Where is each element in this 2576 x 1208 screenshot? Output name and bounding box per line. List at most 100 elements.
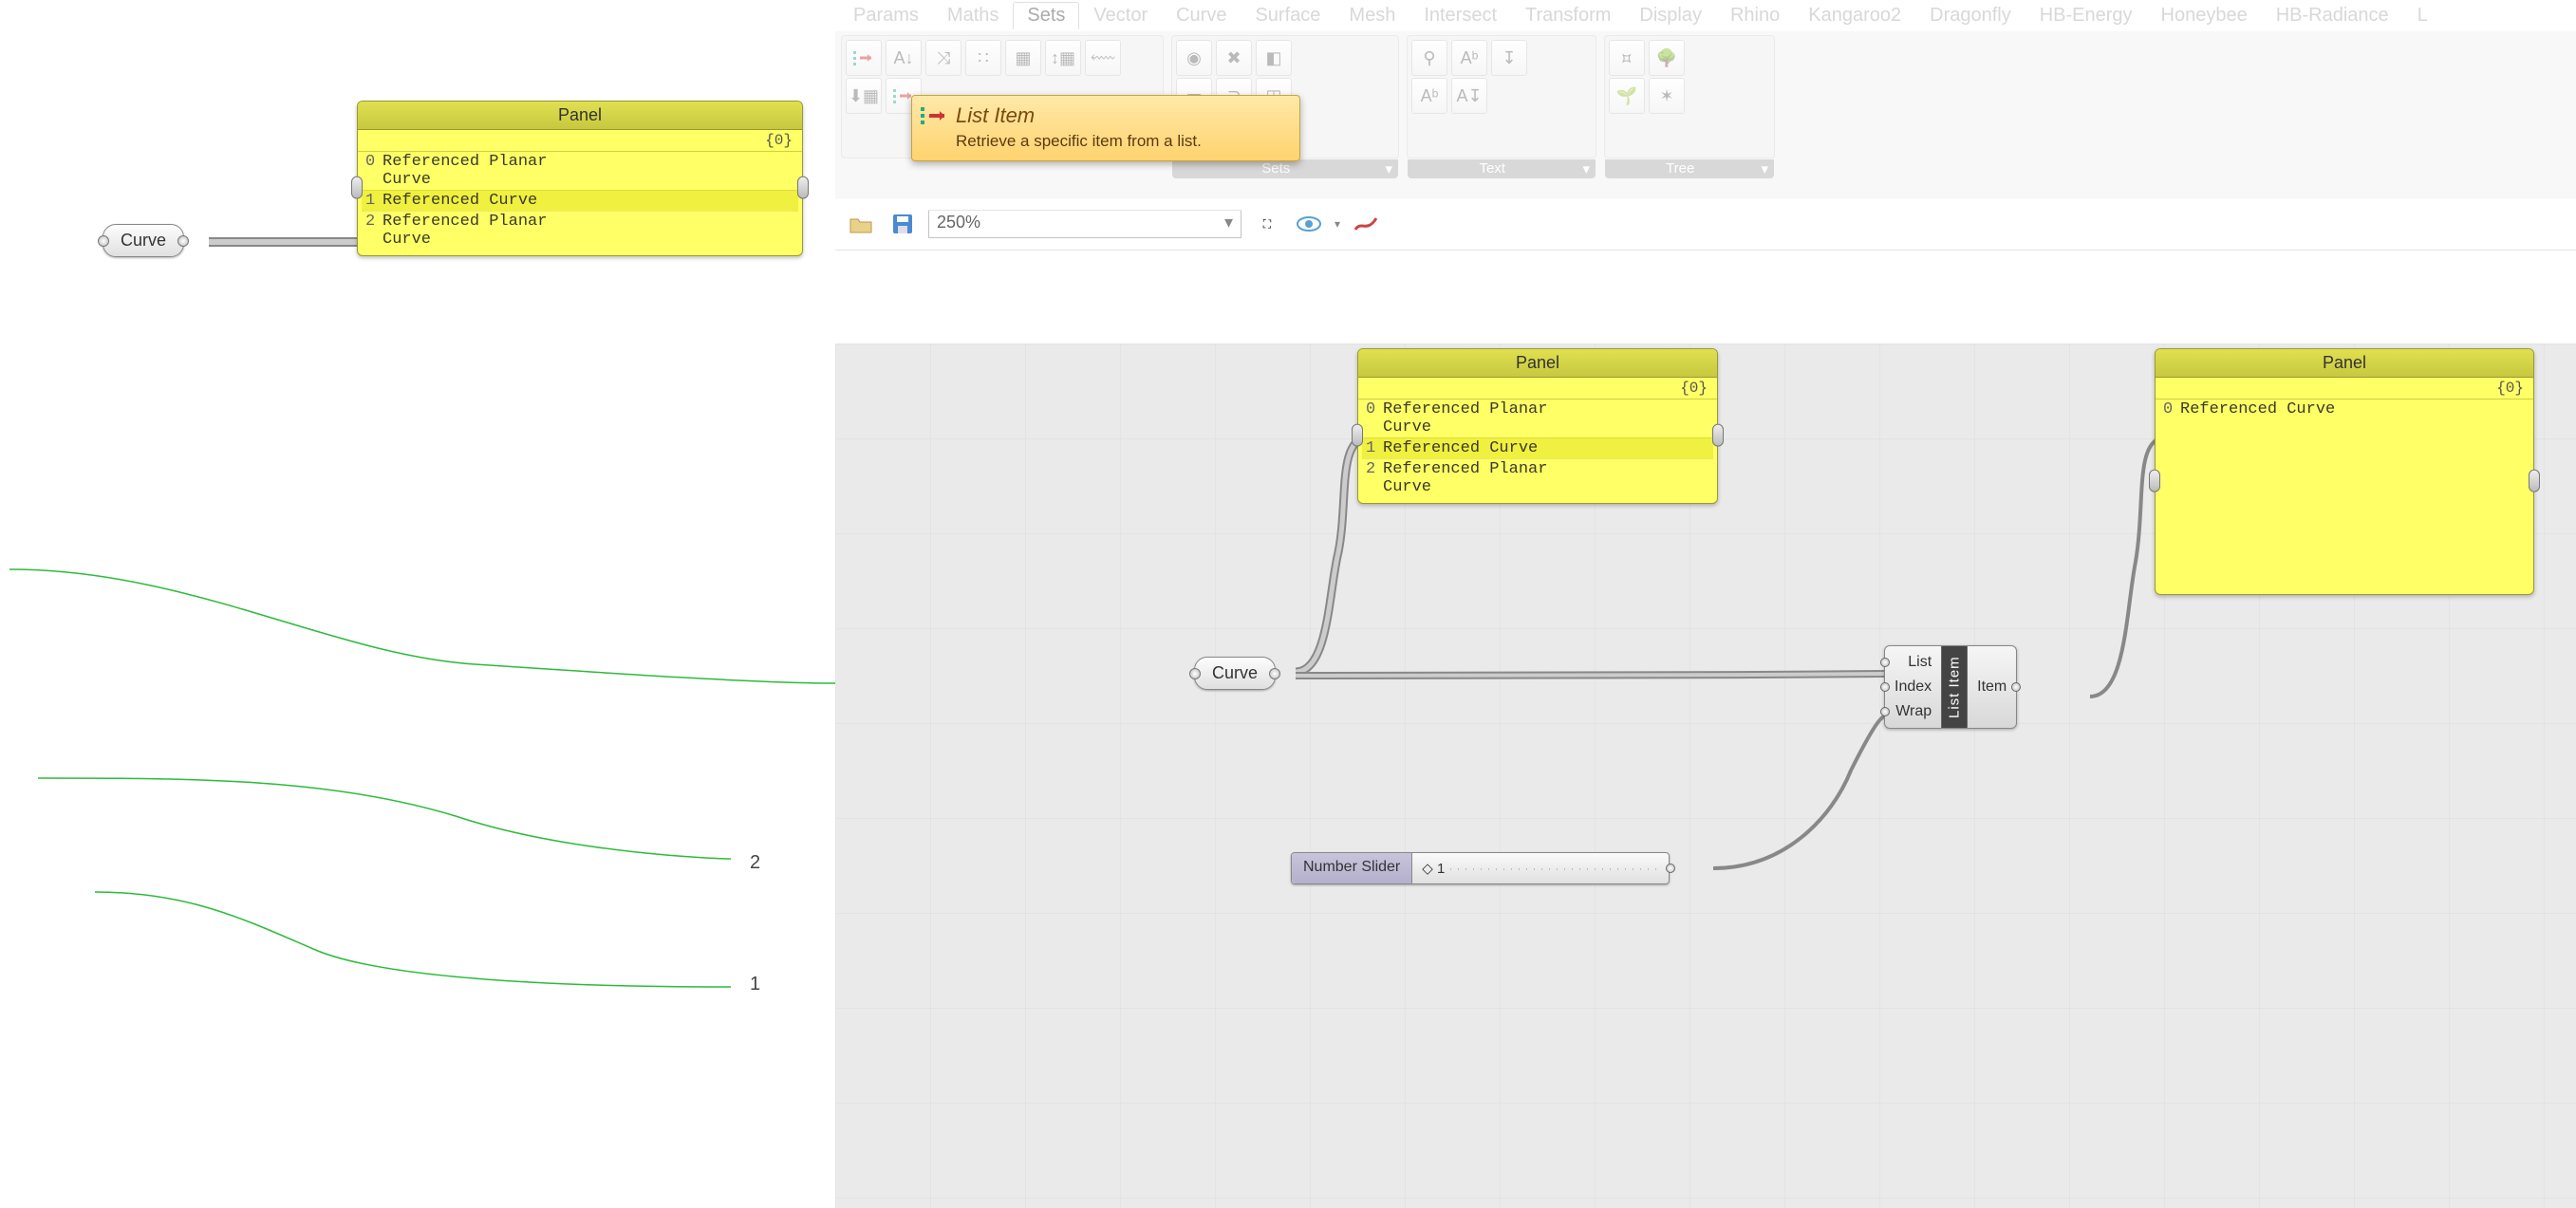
panel-path: {0} bbox=[2156, 378, 2533, 400]
open-file-icon[interactable] bbox=[845, 208, 877, 240]
ribbon-label-sets[interactable]: Sets▾ bbox=[1172, 159, 1398, 178]
save-icon[interactable] bbox=[887, 208, 919, 240]
shift-icon[interactable]: ↕▦ bbox=[1045, 40, 1081, 76]
panel-input-grip[interactable] bbox=[1352, 424, 1363, 447]
curve-param-canvas[interactable]: Curve bbox=[1194, 657, 1276, 690]
tooltip-desc: Retrieve a specific item from a list. bbox=[956, 132, 1286, 151]
member-icon[interactable]: ◧ bbox=[1256, 40, 1292, 76]
panel-left[interactable]: Panel {0} 0Referenced Planar Curve 1Refe… bbox=[357, 101, 803, 256]
tab-mesh[interactable]: Mesh bbox=[1335, 2, 1409, 29]
tooltip-title: List Item bbox=[956, 103, 1286, 128]
number-slider[interactable]: Number Slider 1 bbox=[1291, 852, 1670, 884]
jitter-icon[interactable]: ∷ bbox=[965, 40, 1001, 76]
split-icon[interactable]: ⬳ bbox=[1085, 40, 1121, 76]
list-item-icon bbox=[920, 103, 948, 132]
zoom-extents-icon[interactable]: ⛶ bbox=[1251, 208, 1283, 240]
tab-rhino[interactable]: Rhino bbox=[1716, 2, 1794, 29]
tab-honeybee[interactable]: Honeybee bbox=[2147, 2, 2262, 29]
curve-param-label: Curve bbox=[1212, 663, 1258, 682]
tab-maths[interactable]: Maths bbox=[933, 2, 1013, 29]
panel-input-grip[interactable] bbox=[2149, 470, 2160, 492]
panel-row: 1Referenced Curve bbox=[362, 190, 798, 211]
curve-param-left[interactable]: Curve bbox=[103, 224, 184, 257]
panel-row: 0Referenced Curve bbox=[2159, 400, 2529, 419]
insert-icon[interactable]: ⬇▦ bbox=[846, 78, 882, 114]
grasshopper-canvas[interactable]: Curve Panel {0} 0Referenced Planar Curve… bbox=[835, 344, 2576, 1208]
tab-hbenergy[interactable]: HB-Energy bbox=[2025, 2, 2147, 29]
tab-curve[interactable]: Curve bbox=[1162, 2, 1241, 29]
tab-more[interactable]: L bbox=[2403, 2, 2442, 29]
zoom-combo[interactable]: 250% bbox=[928, 210, 1241, 238]
ribbon-label-text[interactable]: Text▾ bbox=[1408, 159, 1596, 178]
graft-icon[interactable]: 🌳 bbox=[1649, 40, 1685, 76]
component-name: List Item bbox=[1941, 646, 1968, 728]
left-illustration-region: Curve Panel {0} 0Referenced Planar Curve… bbox=[0, 0, 835, 999]
output-item[interactable]: Item bbox=[1975, 675, 2008, 699]
union-icon[interactable]: ◉ bbox=[1176, 40, 1212, 76]
chars-icon[interactable]: Aᵇ bbox=[1411, 78, 1447, 114]
panel-output-canvas[interactable]: Panel {0} 0Referenced Curve bbox=[2155, 348, 2534, 595]
grasshopper-window: Params Maths Sets Vector Curve Surface M… bbox=[835, 0, 2576, 999]
ribbon-label-tree[interactable]: Tree▾ bbox=[1605, 159, 1774, 178]
slider-output-grip[interactable] bbox=[1666, 864, 1675, 873]
ribbon-group-text: ⚲ Aᵇ ↧ Aᵇ A↧ Text▾ bbox=[1407, 35, 1596, 158]
panel-row: 1Referenced Curve bbox=[1362, 437, 1713, 458]
tab-vector[interactable]: Vector bbox=[1079, 2, 1162, 29]
panel-row: 0Referenced Planar Curve bbox=[362, 152, 798, 190]
sort-icon[interactable]: A↓ bbox=[886, 40, 922, 76]
input-list[interactable]: List bbox=[1893, 650, 1933, 675]
list-item-glyph bbox=[852, 48, 875, 67]
list-item-icon[interactable] bbox=[846, 40, 882, 76]
tab-transform[interactable]: Transform bbox=[1511, 2, 1625, 29]
panel-input-canvas[interactable]: Panel {0} 0Referenced Planar Curve 1Refe… bbox=[1357, 348, 1718, 504]
slider-label: Number Slider bbox=[1292, 853, 1412, 883]
tab-intersect[interactable]: Intersect bbox=[1409, 2, 1511, 29]
sketch-label-2: 2 bbox=[750, 852, 760, 874]
sort-text-icon[interactable]: A↧ bbox=[1451, 78, 1487, 114]
panel-path: {0} bbox=[1358, 378, 1717, 400]
tab-kangaroo2[interactable]: Kangaroo2 bbox=[1794, 2, 1915, 29]
tab-params[interactable]: Params bbox=[839, 2, 933, 29]
explode-icon[interactable]: ✶ bbox=[1649, 78, 1685, 114]
flatten-icon[interactable]: ⯏ bbox=[1609, 40, 1645, 76]
panel-input-grip[interactable] bbox=[351, 177, 363, 199]
wire-curve-to-panel-left bbox=[209, 214, 370, 270]
tab-sets[interactable]: Sets bbox=[1013, 2, 1079, 29]
sketch-icon[interactable] bbox=[1350, 208, 1382, 240]
preview-icon[interactable] bbox=[1293, 208, 1325, 240]
tab-dragonfly[interactable]: Dragonfly bbox=[1915, 2, 2025, 29]
panel-path: {0} bbox=[358, 130, 802, 152]
slider-value: 1 bbox=[1422, 860, 1445, 877]
input-index[interactable]: Index bbox=[1893, 675, 1933, 699]
tab-surface[interactable]: Surface bbox=[1241, 2, 1335, 29]
panel-body: 0Referenced Planar Curve 1Referenced Cur… bbox=[358, 152, 802, 255]
input-wrap[interactable]: Wrap bbox=[1893, 699, 1933, 724]
tooltip-listitem: List Item Retrieve a specific item from … bbox=[911, 95, 1300, 161]
panel-output-grip[interactable] bbox=[2529, 470, 2540, 492]
delete-icon[interactable]: ✖ bbox=[1216, 40, 1252, 76]
sketch-label-1: 1 bbox=[750, 974, 760, 995]
panel-row: 0Referenced Planar Curve bbox=[1362, 400, 1713, 437]
slider-track[interactable]: 1 bbox=[1412, 853, 1669, 883]
panel-output-grip[interactable] bbox=[797, 177, 809, 199]
sketch-curves bbox=[0, 512, 835, 1006]
tab-display[interactable]: Display bbox=[1625, 2, 1716, 29]
panel-title: Panel bbox=[1358, 349, 1717, 378]
text-icon[interactable]: ⚲ bbox=[1411, 40, 1447, 76]
panel-row: 2Referenced Planar Curve bbox=[1362, 458, 1713, 497]
shuffle-icon[interactable]: ⤨ bbox=[925, 40, 961, 76]
cull-icon[interactable]: ▦ bbox=[1005, 40, 1041, 76]
zoom-value: 250% bbox=[937, 213, 980, 232]
concat-icon[interactable]: Aᵇ bbox=[1451, 40, 1487, 76]
panel-output-grip[interactable] bbox=[1712, 424, 1724, 447]
ribbon-group-tree: ⯏ 🌳 🌱 ✶ Tree▾ bbox=[1604, 35, 1775, 158]
panel-row: 2Referenced Planar Curve bbox=[362, 211, 798, 250]
simplify-icon[interactable]: 🌱 bbox=[1609, 78, 1645, 114]
menu-tabs: Params Maths Sets Vector Curve Surface M… bbox=[835, 0, 2576, 31]
panel-title: Panel bbox=[358, 102, 802, 130]
panel-title: Panel bbox=[2156, 349, 2533, 378]
format-icon[interactable]: ↧ bbox=[1491, 40, 1527, 76]
tab-hbradiance[interactable]: HB-Radiance bbox=[2262, 2, 2403, 29]
list-item-component[interactable]: List Index Wrap List Item Item bbox=[1884, 645, 2017, 729]
curve-param-label: Curve bbox=[121, 231, 166, 250]
